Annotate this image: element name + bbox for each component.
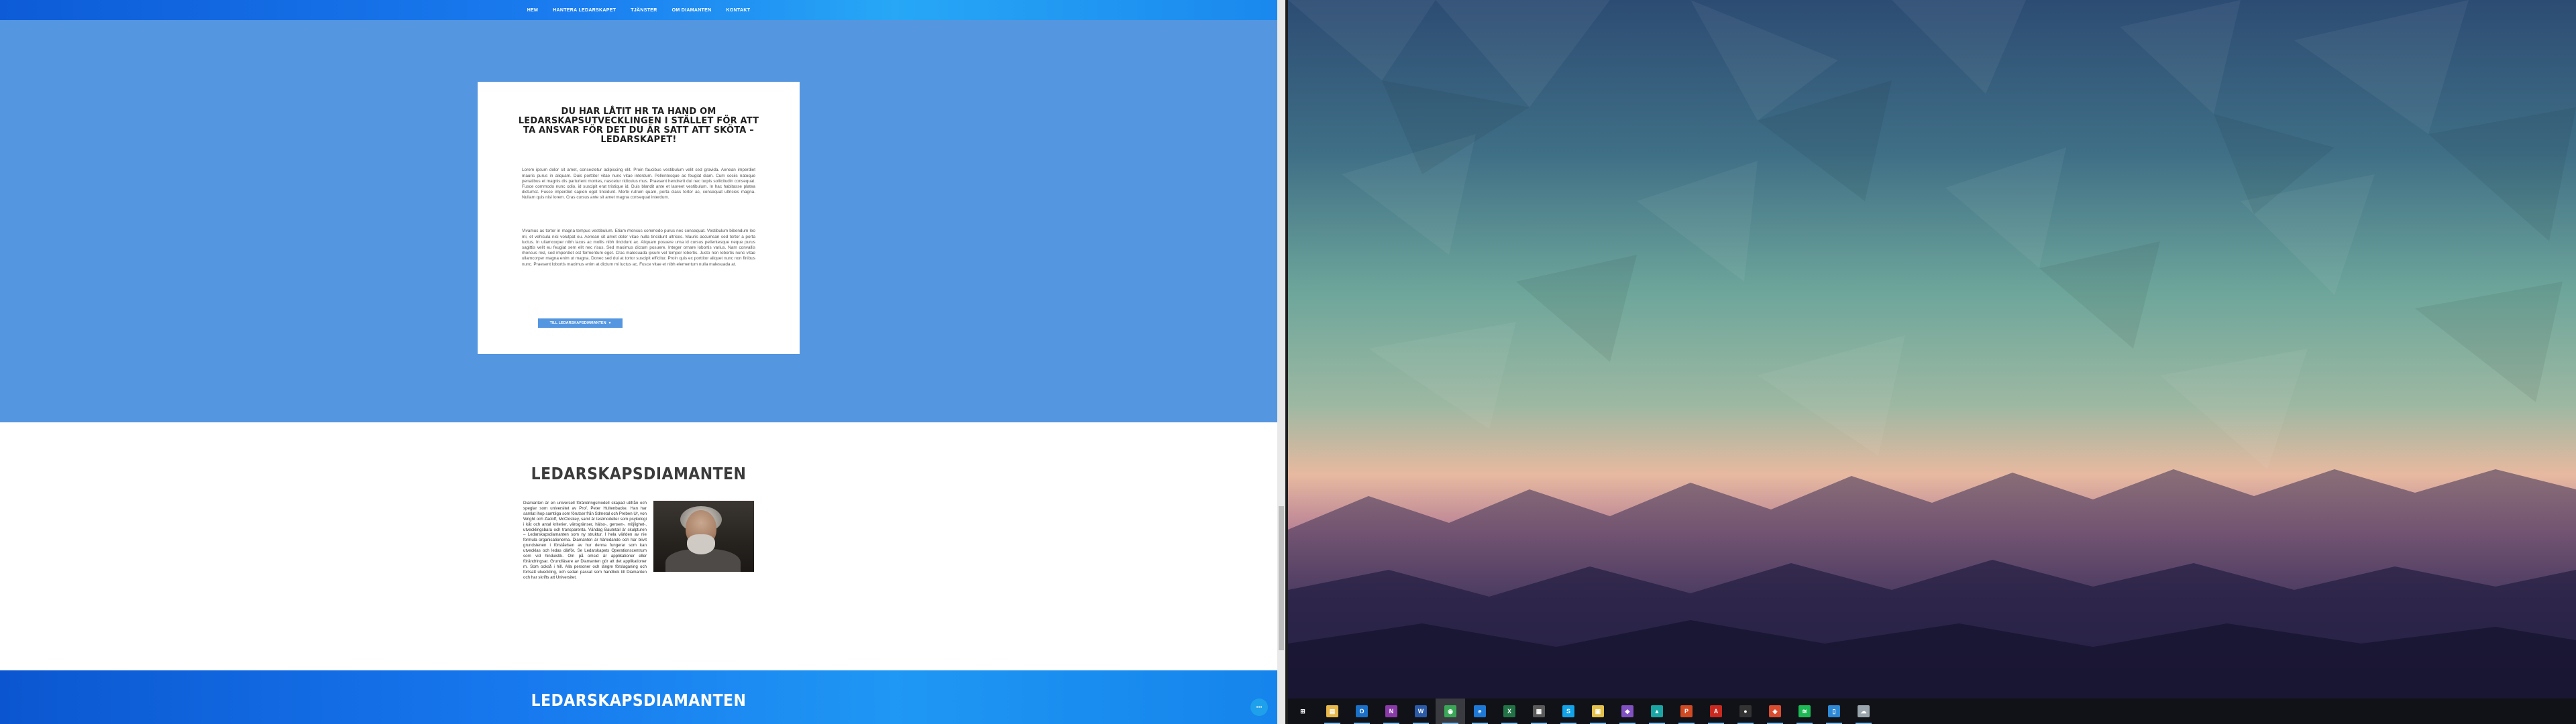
calculator-icon: ▦ bbox=[1533, 705, 1545, 717]
acrobat-icon: A bbox=[1710, 705, 1722, 717]
hero-paragraph-2: Vivamus ac tortor in magna tempus vestib… bbox=[522, 229, 755, 267]
taskbar-button-visual-studio[interactable]: ◆ bbox=[1613, 699, 1642, 724]
to-diamond-button[interactable]: TILL LEDARSKAPSDIAMANTEN ▾ bbox=[538, 318, 623, 328]
taskbar-button-outlook[interactable]: O bbox=[1347, 699, 1377, 724]
section-body: Diamanten är en universell förändringsmo… bbox=[523, 501, 754, 581]
nav-link-om-diamanten[interactable]: OM DIAMANTEN bbox=[672, 8, 712, 13]
diamond-section: LEDARSKAPSDIAMANTEN Diamanten är en univ… bbox=[0, 422, 1277, 670]
taskbar-button-app-window[interactable]: ▯ bbox=[1819, 699, 1849, 724]
nav-link-hantera-ledarskapet[interactable]: HANTERA LEDARSKAPET bbox=[553, 8, 616, 13]
app-window-icon: ▯ bbox=[1828, 705, 1840, 717]
taskbar-button-chrome[interactable]: ◉ bbox=[1436, 699, 1465, 724]
nav-link-tjanster[interactable]: TJÄNSTER bbox=[631, 8, 657, 13]
photos-icon: ▲ bbox=[1651, 705, 1663, 717]
taskbar-button-excel[interactable]: X bbox=[1495, 699, 1524, 724]
taskbar-button-git[interactable]: ◈ bbox=[1760, 699, 1790, 724]
file-explorer-icon: ▤ bbox=[1326, 705, 1338, 717]
footer-band: LEDARSKAPSDIAMANTEN bbox=[0, 670, 1277, 724]
taskbar-button-skype[interactable]: S bbox=[1554, 699, 1583, 724]
to-diamond-button-label: TILL LEDARSKAPSDIAMANTEN bbox=[549, 321, 606, 325]
taskbar-button-start[interactable]: ⊞ bbox=[1288, 699, 1318, 724]
taskbar-button-photos[interactable]: ▲ bbox=[1642, 699, 1672, 724]
git-icon: ◈ bbox=[1769, 705, 1781, 717]
section-title: LEDARSKAPSDIAMANTEN bbox=[531, 464, 747, 483]
chevron-down-icon: ▾ bbox=[608, 321, 611, 325]
powerpoint-icon: P bbox=[1680, 705, 1693, 717]
outlook-icon: O bbox=[1356, 705, 1368, 717]
taskbar-button-sticky-notes[interactable]: ▣ bbox=[1583, 699, 1613, 724]
settings-app-icon: ☁ bbox=[1858, 705, 1870, 717]
taskbar-button-onenote[interactable]: N bbox=[1377, 699, 1406, 724]
taskbar-button-file-explorer[interactable]: ▤ bbox=[1318, 699, 1347, 724]
section-text: Diamanten är en universell förändringsmo… bbox=[523, 501, 647, 580]
chat-icon: ●●● bbox=[1256, 705, 1263, 709]
nav-link-kontakt[interactable]: KONTAKT bbox=[726, 8, 750, 13]
chat-widget-button[interactable]: ●●● bbox=[1250, 699, 1268, 716]
word-icon: W bbox=[1415, 705, 1427, 717]
vertical-scrollbar[interactable] bbox=[1277, 0, 1285, 724]
excel-icon: X bbox=[1503, 705, 1515, 717]
taskbar-button-acrobat[interactable]: A bbox=[1701, 699, 1731, 724]
chrome-icon: ◉ bbox=[1444, 705, 1456, 717]
taskbar-button-edge[interactable]: e bbox=[1465, 699, 1495, 724]
taskbar-button-word[interactable]: W bbox=[1406, 699, 1436, 724]
obs-icon: ● bbox=[1739, 705, 1752, 717]
footer-title: LEDARSKAPSDIAMANTEN bbox=[531, 690, 747, 710]
taskbar-button-powerpoint[interactable]: P bbox=[1672, 699, 1701, 724]
site-navigation: HEM HANTERA LEDARSKAPET TJÄNSTER OM DIAM… bbox=[0, 0, 1277, 20]
sticky-notes-icon: ▣ bbox=[1592, 705, 1604, 717]
scrollbar-thumb[interactable] bbox=[1279, 506, 1284, 650]
nav-link-hem[interactable]: HEM bbox=[527, 8, 538, 13]
visual-studio-icon: ◆ bbox=[1621, 705, 1633, 717]
start-icon: ⊞ bbox=[1297, 705, 1309, 717]
hero-section: DU HAR LÅTIT HR TA HAND OM LEDARSKAPSUTV… bbox=[0, 20, 1277, 422]
edge-icon: e bbox=[1474, 705, 1486, 717]
wallpaper-graphic bbox=[1288, 0, 2576, 699]
taskbar-button-obs[interactable]: ● bbox=[1731, 699, 1760, 724]
onenote-icon: N bbox=[1385, 705, 1397, 717]
spotify-icon: ≋ bbox=[1799, 705, 1811, 717]
author-photo bbox=[653, 501, 754, 572]
hero-title: DU HAR LÅTIT HR TA HAND OM LEDARSKAPSUTV… bbox=[518, 107, 759, 145]
browser-viewport: HEM HANTERA LEDARSKAPET TJÄNSTER OM DIAM… bbox=[0, 0, 1277, 724]
taskbar-button-settings-app[interactable]: ☁ bbox=[1849, 699, 1878, 724]
hero-card: DU HAR LÅTIT HR TA HAND OM LEDARSKAPSUTV… bbox=[478, 82, 800, 354]
windows-taskbar: ⊞ ▤ O N W ◉ e X ▦ S ▣ ◆ ▲ P A ● ◈ ≋ ▯ ☁ bbox=[1288, 699, 2576, 724]
taskbar-button-calculator[interactable]: ▦ bbox=[1524, 699, 1554, 724]
desktop-wallpaper bbox=[1288, 0, 2576, 699]
skype-icon: S bbox=[1562, 705, 1574, 717]
taskbar-button-spotify[interactable]: ≋ bbox=[1790, 699, 1819, 724]
hero-paragraph-1: Lorem ipsum dolor sit amet, consectetur … bbox=[522, 168, 755, 200]
